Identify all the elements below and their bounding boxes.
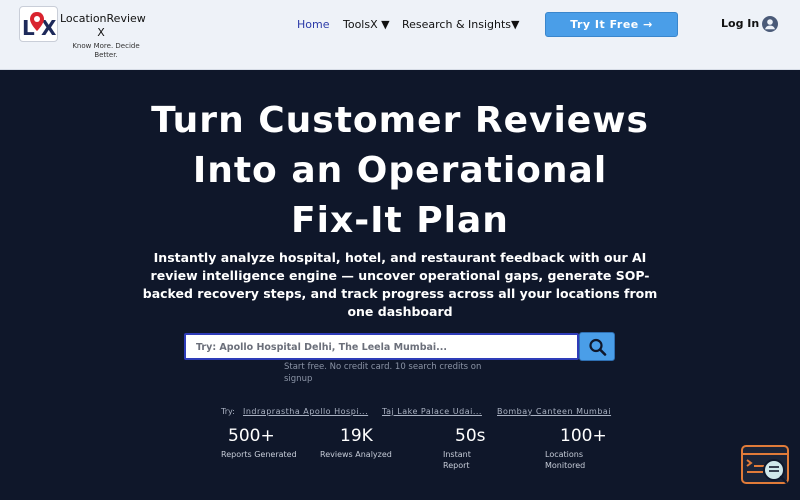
magnifier-icon	[589, 338, 607, 356]
chat-widget-icon[interactable]	[741, 445, 790, 486]
search-input[interactable]	[186, 336, 577, 359]
search-button[interactable]	[579, 332, 615, 361]
nav-toolsx-dropdown[interactable]: ToolsX ▼	[343, 18, 390, 31]
user-circle-icon[interactable]	[762, 16, 778, 32]
signup-note: Start free. No credit card. 10 search cr…	[284, 362, 482, 384]
suggestion-link[interactable]: Bombay Canteen Mumbai	[497, 407, 611, 416]
brand-name[interactable]: LocationReview X	[60, 12, 146, 40]
stat-label: Reviews Analyzed	[320, 450, 392, 459]
stat-value: 500+	[228, 426, 275, 446]
stat-label: Instant Report	[443, 450, 471, 470]
nav-research-insights-dropdown[interactable]: Research & Insights▼	[402, 18, 520, 31]
try-it-free-button[interactable]: Try It Free →	[545, 12, 678, 37]
hero-title: Turn Customer Reviews Into an Operationa…	[151, 100, 649, 241]
location-pin-logo-icon: L X	[22, 12, 56, 40]
stat-value: 19K	[340, 426, 373, 446]
login-link[interactable]: Log In	[721, 17, 759, 30]
site-header: L X LocationReview X Know More. Decide B…	[0, 0, 800, 70]
nav-home[interactable]: Home	[297, 18, 329, 31]
hero-subtitle: Instantly analyze hospital, hotel, and r…	[142, 250, 658, 319]
suggestions-label: Try:	[221, 407, 235, 416]
brand-tagline: Know More. Decide Better.	[72, 42, 140, 59]
brand-logo[interactable]: L X	[19, 6, 58, 42]
stat-value: 50s	[455, 426, 486, 446]
search-box	[184, 333, 579, 360]
suggestion-link[interactable]: Taj Lake Palace Udai...	[382, 407, 482, 416]
suggestion-link[interactable]: Indraprastha Apollo Hospi...	[243, 407, 368, 416]
stat-label: Reports Generated	[221, 450, 297, 459]
stat-label: Locations Monitored	[545, 450, 586, 470]
stat-value: 100+	[560, 426, 607, 446]
